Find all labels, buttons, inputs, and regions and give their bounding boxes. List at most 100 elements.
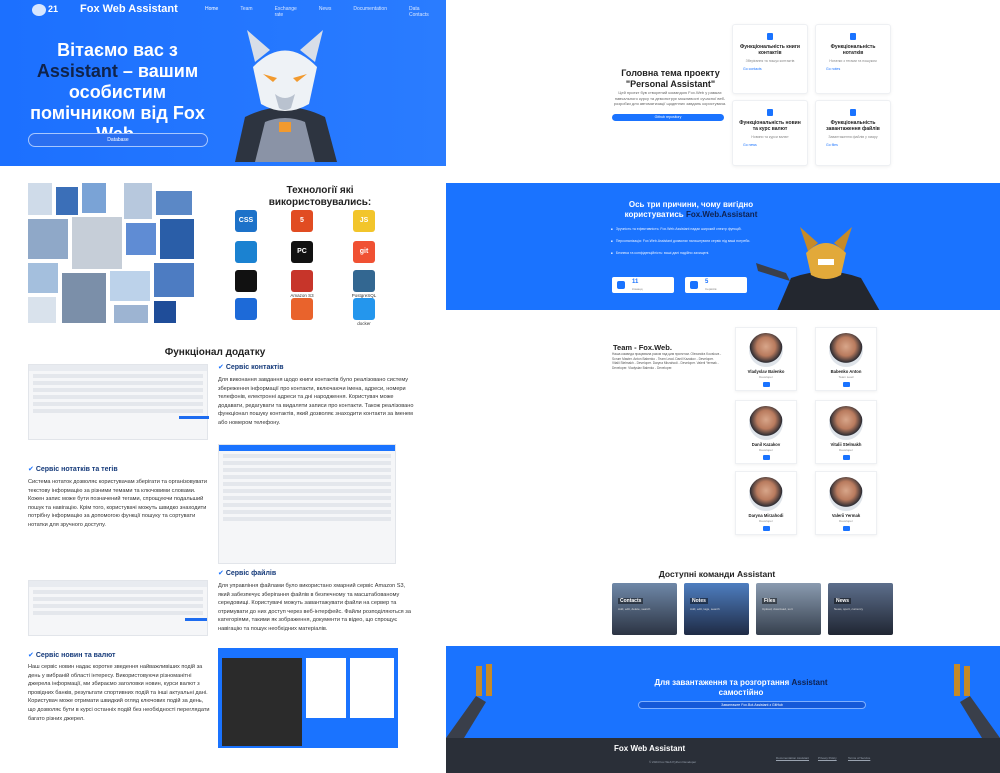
js-icon: JS	[346, 210, 382, 232]
files-heading: Сервіс файлів	[218, 569, 276, 577]
linkedin-icon[interactable]	[762, 455, 770, 460]
hero-title-a: Вітаємо вас з	[57, 40, 178, 60]
tech-grid: CSS 5 JS PC git Amazon S3 PostgreSQL docker	[214, 210, 414, 330]
brand-name[interactable]: Fox Web Assistant	[80, 3, 178, 15]
nav-exchange-rate[interactable]: Exchange rate	[275, 6, 297, 18]
member-role: Developer	[759, 448, 773, 452]
command-card-files[interactable]: Files Upload, download, sort	[756, 583, 821, 635]
member-role: Developer	[759, 519, 773, 523]
member-name: Vitalii Stelmakh	[830, 442, 862, 447]
card-link[interactable]: Go files	[816, 143, 890, 147]
contacts-icon	[767, 33, 773, 40]
git-icon: git	[346, 241, 382, 263]
notes-heading: Сервіс нотатків та тегів	[28, 465, 118, 473]
mosaic-robot-image	[28, 183, 196, 323]
card-link[interactable]: Go news	[733, 143, 807, 147]
linkedin-icon[interactable]	[762, 526, 770, 531]
tech-caption: docker	[357, 321, 371, 326]
reason-item: Безпека та конфіденційність: ваші дані н…	[611, 251, 751, 256]
card-link[interactable]: Go notes	[816, 67, 890, 71]
version-badge: 21	[48, 4, 59, 14]
deploy-title: Для завантаження та розгортання Assistan…	[631, 678, 851, 698]
github-icon	[228, 270, 264, 292]
linkedin-icon[interactable]	[842, 526, 850, 531]
team-member: Vladyslav Balenko Developer	[735, 327, 797, 391]
amazon-s3-icon: Amazon S3	[284, 270, 320, 298]
notes-icon	[850, 33, 856, 40]
reason-item: Персоналізація: Fox.Web.Assistant дозвол…	[611, 239, 751, 244]
grafana-icon	[284, 298, 320, 320]
card-files[interactable]: Функціональність завантаження файлів Зав…	[815, 100, 891, 166]
docker-icon: docker	[346, 298, 382, 326]
stat-caption: Команд	[632, 287, 643, 291]
stat-commands: 11 Команд	[612, 277, 674, 293]
card-desc: Новини та курси валют	[751, 135, 789, 139]
member-photo	[749, 406, 783, 440]
linkedin-icon[interactable]	[842, 382, 850, 387]
contacts-text: Для виконання завдання щодо книги контак…	[218, 377, 414, 426]
footer: Fox Web Assistant © 2024 Fox Web Python …	[446, 738, 1000, 773]
fox-logo-icon[interactable]	[32, 4, 46, 16]
docker-icon-glyph	[353, 298, 375, 320]
download-github-button[interactable]: Завантажте Fox.Bot.Assistant з GitHub	[638, 701, 866, 709]
member-name: Babenko Anton	[830, 369, 862, 374]
hero-title-highlight: Assistant	[36, 61, 118, 81]
command-desc: Upload, download, sort	[762, 607, 793, 611]
nav-documentation[interactable]: Documentation	[353, 6, 387, 18]
linkedin-icon[interactable]	[762, 382, 770, 387]
team-member: Daryna Mirzahodi Developer	[735, 471, 797, 535]
files-icon	[850, 109, 856, 116]
member-name: Valerii Yermak	[831, 513, 861, 518]
notes-screenshot	[218, 444, 396, 564]
users-icon	[617, 281, 625, 289]
member-role: Developer	[759, 375, 773, 379]
hero-section: 21 Fox Web Assistant Home Team Exchange …	[0, 0, 446, 166]
footer-link-terms[interactable]: Terms of Service	[848, 756, 870, 760]
member-name: Vladyslav Balenko	[747, 369, 785, 374]
member-name: Daryna Mirzahodi	[748, 513, 784, 518]
vscode-icon	[228, 241, 264, 263]
files-screenshot	[28, 580, 208, 636]
team-member: Vitalii Stelmakh Developer	[815, 400, 877, 464]
card-contacts[interactable]: Функціональність книги контактів Зберіга…	[732, 24, 808, 94]
footer-link-docs[interactable]: Documentation Assistant	[776, 756, 809, 760]
nav-home[interactable]: Home	[205, 6, 218, 18]
team-member: Babenko Anton Team Lead	[815, 327, 877, 391]
nav-menu: Home Team Exchange rate News Documentati…	[205, 6, 446, 18]
amazon-s3-icon-glyph	[291, 270, 313, 292]
team-member: Danil Kazakov Developer	[735, 400, 797, 464]
contacts-heading: Сервіс контактів	[218, 363, 284, 371]
github-button[interactable]: Github repository	[612, 114, 724, 121]
card-news[interactable]: Функціональність новин та курс валют Нов…	[732, 100, 808, 166]
nav-data-contacts[interactable]: Data Contacts	[409, 6, 429, 18]
deploy-title-a: Для завантаження та розгортання	[654, 678, 790, 687]
robot-hand-right-image	[954, 664, 1000, 738]
team-member: Valerii Yermak Developer	[815, 471, 877, 535]
deploy-section: Для завантаження та розгортання Assistan…	[446, 646, 1000, 738]
project-text: Цей проект був створений командою Fox.We…	[613, 90, 727, 106]
command-card-contacts[interactable]: Contacts Add, edit, delete, search	[612, 583, 677, 635]
contacts-screenshot	[28, 364, 209, 440]
member-photo	[829, 406, 863, 440]
command-desc: Add, edit, tags, search	[690, 607, 720, 611]
footer-brand: Fox Web Assistant	[614, 744, 686, 753]
card-notes[interactable]: Функціональність нотатків Нотатки з тега…	[815, 24, 891, 94]
page: 21 Fox Web Assistant Home Team Exchange …	[0, 0, 1000, 773]
nav-news[interactable]: News	[319, 6, 332, 18]
command-tag: News	[834, 598, 852, 604]
reason-item: Зручність та ефективність: Fox.Web.Assis…	[611, 227, 751, 232]
database-button[interactable]: Database	[28, 133, 208, 147]
footer-link-privacy[interactable]: Privacy Policy	[818, 756, 837, 760]
nav-team[interactable]: Team	[240, 6, 252, 18]
team-title: Team - Fox.Web.	[613, 343, 672, 352]
card-title: Функціональність новин та курс валют	[739, 120, 801, 132]
css-icon: CSS	[228, 210, 264, 232]
command-tag: Notes	[690, 598, 708, 604]
stat-services: 5 Сервісів	[685, 277, 747, 293]
deploy-title-highlight: Assistant	[791, 678, 828, 687]
command-card-notes[interactable]: Notes Add, edit, tags, search	[684, 583, 749, 635]
command-card-news[interactable]: News News, sport, currency	[828, 583, 893, 635]
trello-icon-glyph	[235, 298, 257, 320]
card-link[interactable]: Go contacts	[733, 67, 807, 71]
linkedin-icon[interactable]	[842, 455, 850, 460]
